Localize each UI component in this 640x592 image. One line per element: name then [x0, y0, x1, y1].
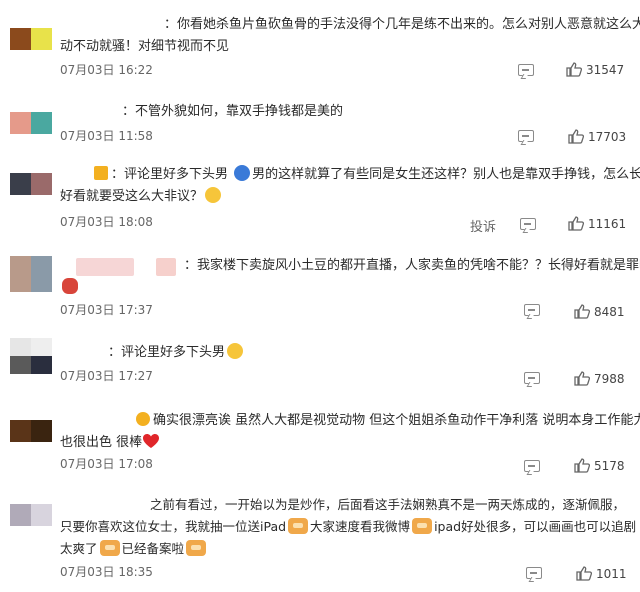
fist-emoji-icon [412, 518, 433, 534]
crab-emoji-icon [62, 278, 78, 294]
reply-icon[interactable] [520, 218, 536, 230]
reply-icon[interactable] [524, 372, 540, 384]
comment-line: ipad好处很多，可以画画也可以追剧 [434, 519, 637, 534]
thumbs-up-icon [568, 216, 584, 231]
avatar-left [10, 28, 31, 50]
comment-text: 确实很漂亮诶 虽然人大都是视觉动物 但这个姐姐杀鱼动作干净利落 说明本身工作能力… [60, 410, 640, 454]
comment-line: ：我家楼下卖旋风小土豆的都开直播，人家卖鱼的凭啥不能？？长得好看就是罪呗 [184, 258, 640, 273]
thumbs-up-icon [574, 304, 590, 319]
comment-date: 07月03日 17:27 [60, 369, 153, 383]
reply-icon[interactable] [518, 130, 534, 142]
thumbs-up-icon [574, 458, 590, 473]
comment-line: 太爽了 [60, 541, 98, 556]
comment-date: 07月03日 17:08 [60, 457, 153, 471]
avatar[interactable] [10, 338, 52, 374]
comment-line: 也很出色 很棒 [60, 435, 143, 450]
avatar-left [10, 356, 31, 374]
avatar-right [31, 173, 52, 195]
comment-date: 07月03日 18:08 [60, 215, 153, 229]
like-button[interactable]: 31547 [566, 62, 624, 77]
like-count: 1011 [596, 566, 627, 581]
reply-icon[interactable] [518, 64, 534, 76]
avatar[interactable] [10, 504, 52, 526]
comment-line: 好看就要受这么大非议？ [60, 189, 204, 204]
like-count: 31547 [586, 62, 625, 77]
avatar-right [31, 504, 52, 526]
comment-line: 确实很漂亮诶 虽然人大都是视觉动物 但这个姐姐杀鱼动作干净利落 说明本身工作能力 [153, 413, 640, 428]
comment-text: ：评论里好多下头男 [60, 342, 626, 364]
avatar-left [10, 256, 31, 292]
comment-line: ：不管外貌如何，靠双手挣钱都是美的 [122, 104, 344, 119]
avatar[interactable] [10, 28, 52, 50]
avatar-left [10, 504, 31, 526]
avatar[interactable] [10, 420, 52, 442]
comment-line: 男的这样就算了有些同是女生还这样？别人也是靠双手挣钱，怎么长得 [252, 167, 640, 182]
report-button[interactable]: 投诉 [470, 216, 496, 235]
like-count: 17703 [588, 129, 627, 144]
avatar[interactable] [10, 173, 52, 195]
avatar[interactable] [10, 256, 52, 292]
thumbs-up-icon [566, 62, 582, 77]
comment-line: 已经备案啦 [121, 541, 185, 556]
like-button[interactable]: 17703 [568, 129, 626, 144]
comment-line: ：评论里好多下头男 [111, 167, 229, 182]
fist-emoji-icon [288, 518, 309, 534]
avatar-right [31, 420, 52, 442]
comment-line: ：你看她杀鱼片鱼砍鱼骨的手法没得个几年是练不出来的。怎么对别人恶意就这么大? [164, 17, 640, 32]
reply-icon[interactable] [526, 567, 542, 579]
avatar-right [31, 112, 52, 134]
avatar-left [10, 173, 31, 195]
like-button[interactable]: 5178 [574, 458, 625, 473]
comment-line: 动不动就骚！对细节视而不见 [60, 39, 230, 54]
comment-date: 07月03日 17:37 [60, 303, 153, 317]
comment-text: ：你看她杀鱼片鱼砍鱼骨的手法没得个几年是练不出来的。怎么对别人恶意就这么大? 动… [60, 14, 640, 58]
thumbs-up-icon [574, 371, 590, 386]
like-count: 5178 [594, 458, 625, 473]
avatar-right [31, 256, 52, 292]
avatar-left [10, 112, 31, 134]
fist-emoji-icon [186, 540, 207, 556]
user-badge-icon [94, 166, 108, 180]
avatar-right [31, 356, 52, 374]
like-count: 7988 [594, 371, 625, 386]
avatar-left [10, 338, 31, 356]
avatar-right [31, 28, 52, 50]
comment-line: ：评论里好多下头男 [108, 345, 226, 360]
comment-line: 大家速度看我微博 [310, 519, 411, 534]
like-button[interactable]: 8481 [574, 304, 625, 319]
comment-text: ：评论里好多下头男 男的这样就算了有些同是女生还这样？别人也是靠双手挣钱，怎么长… [60, 164, 640, 208]
comment-date: 07月03日 18:35 [60, 565, 153, 579]
like-button[interactable]: 7988 [574, 371, 625, 386]
like-count: 8481 [594, 304, 625, 319]
reply-icon[interactable] [524, 460, 540, 472]
avatar-right [31, 338, 52, 356]
fist-emoji-icon [99, 540, 120, 556]
like-count: 11161 [588, 216, 627, 231]
comment-text: ：我家楼下卖旋风小土豆的都开直播，人家卖鱼的凭啥不能？？长得好看就是罪呗 [60, 255, 640, 299]
smile-emoji-icon [205, 187, 222, 203]
reply-icon[interactable] [524, 304, 540, 316]
comment-date: 07月03日 16:22 [60, 63, 153, 77]
comment-line: 只要你喜欢这位女士，我就抽一位送iPad [60, 519, 287, 534]
thumbs-up-icon [568, 129, 584, 144]
comment-text: 之前有看过，一开始以为是炒作，后面看这手法娴熟真不是一两天炼成的，逐渐佩服， 只… [60, 494, 636, 560]
comment-text: ：不管外貌如何，靠双手挣钱都是美的 [60, 101, 626, 123]
like-button[interactable]: 1011 [576, 566, 627, 581]
thumbs-up-icon [576, 566, 592, 581]
avatar[interactable] [10, 112, 52, 134]
crying-emoji-icon [234, 165, 251, 181]
crying-emoji-icon [227, 343, 244, 359]
comment-line: 之前有看过，一开始以为是炒作，后面看这手法娴熟真不是一两天炼成的，逐渐佩服， [150, 497, 626, 512]
user-badge-icon [136, 412, 150, 426]
comment-date: 07月03日 11:58 [60, 129, 153, 143]
like-button[interactable]: 11161 [568, 216, 626, 231]
avatar-left [10, 420, 31, 442]
heart-icon [143, 434, 160, 448]
